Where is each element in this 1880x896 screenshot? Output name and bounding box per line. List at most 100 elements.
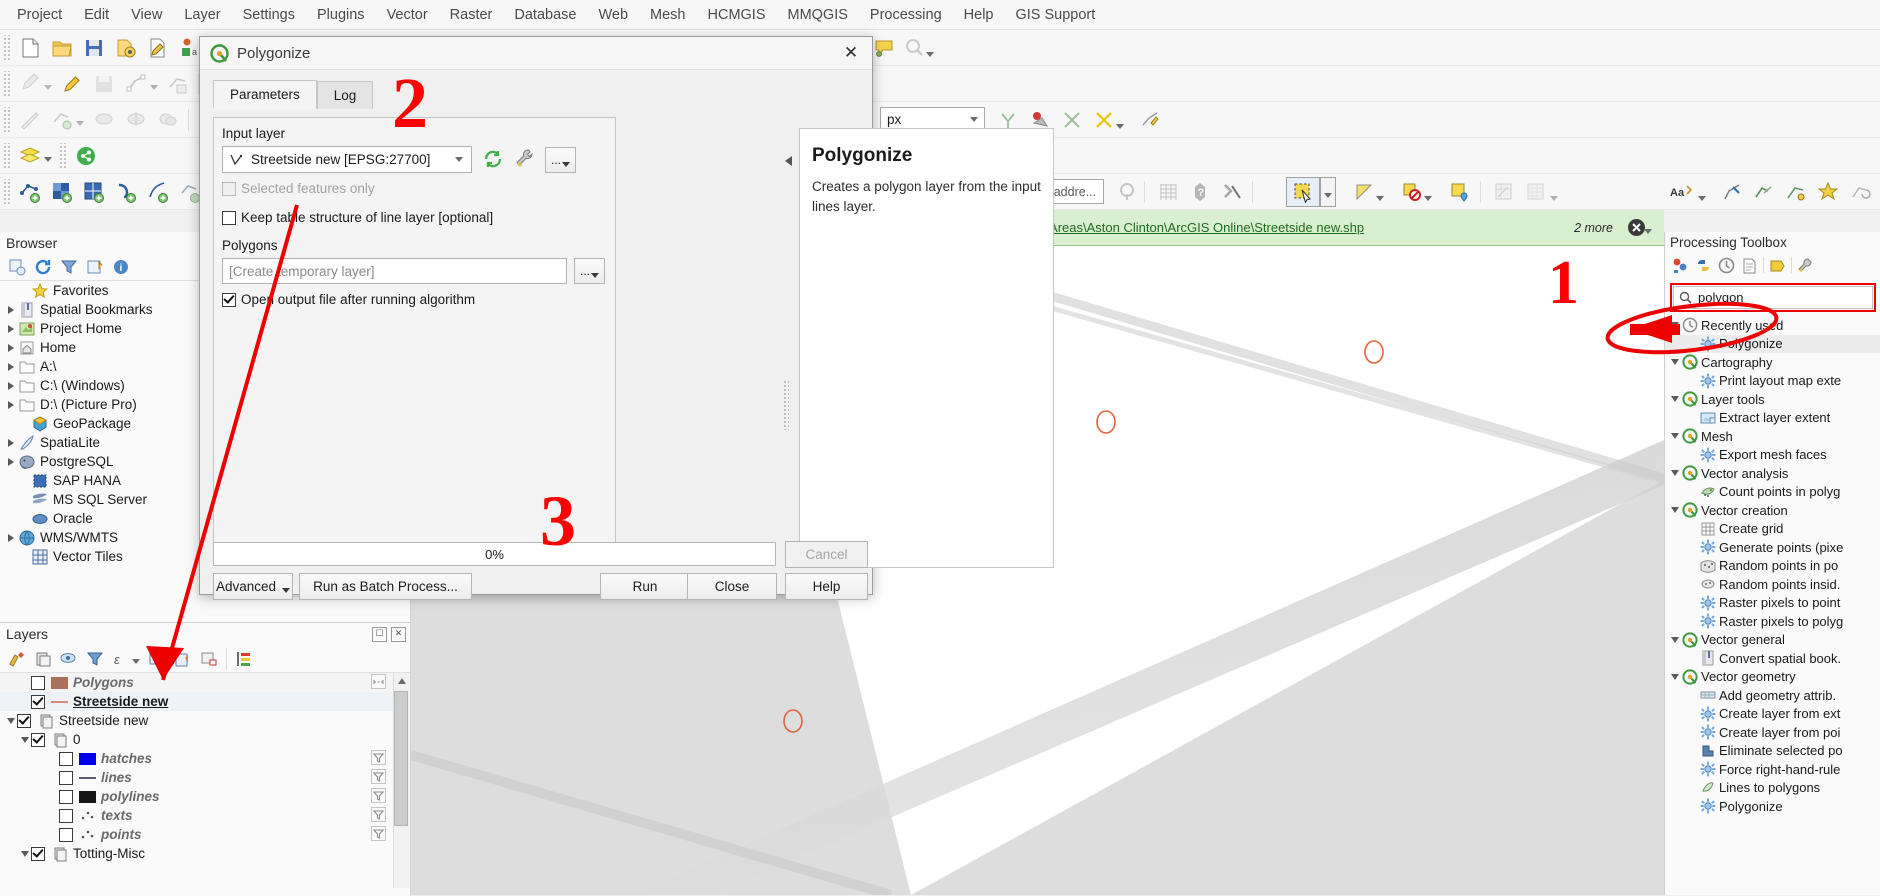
- menu-item-database[interactable]: Database: [503, 3, 587, 27]
- chevron-down-icon[interactable]: [1376, 196, 1384, 201]
- collapse-arrow-icon[interactable]: [1668, 396, 1681, 403]
- refresh-icon[interactable]: [30, 255, 56, 279]
- snap-self-icon[interactable]: [1088, 105, 1120, 135]
- processing-algorithm-row[interactable]: Lines to polygons: [1665, 779, 1880, 798]
- select-by-location-icon[interactable]: [1444, 177, 1476, 207]
- layer-tree-row[interactable]: 0: [0, 730, 410, 749]
- collapse-arrow-icon[interactable]: [1668, 433, 1681, 440]
- chevron-down-icon[interactable]: [1424, 196, 1432, 201]
- snap-intersection-icon[interactable]: [1056, 105, 1088, 135]
- layer-tree-row[interactable]: Polygons: [0, 673, 410, 692]
- add-part-icon[interactable]: [46, 105, 78, 135]
- processing-algorithm-row[interactable]: Export mesh faces: [1665, 446, 1880, 465]
- info-icon[interactable]: i: [108, 255, 134, 279]
- processing-algorithm-row[interactable]: Create layer from poi: [1665, 723, 1880, 742]
- toolbar-grip[interactable]: [3, 70, 11, 97]
- collapse-all-layers-icon[interactable]: [170, 647, 196, 671]
- layers-scrollbar[interactable]: [393, 673, 410, 888]
- menu-item-help[interactable]: Help: [953, 3, 1005, 27]
- undock-panel-icon[interactable]: ☐: [372, 627, 387, 642]
- highlight-pinned-icon[interactable]: [1812, 177, 1844, 207]
- toolbar-grip[interactable]: [3, 106, 11, 133]
- layer-visibility-checkbox[interactable]: [59, 751, 73, 766]
- processing-group-row[interactable]: Mesh: [1665, 427, 1880, 446]
- layer-tree-row[interactable]: lines: [0, 768, 410, 787]
- toolbar-grip[interactable]: [3, 178, 11, 205]
- run-button[interactable]: Run: [600, 573, 690, 600]
- chevron-down-icon[interactable]: [970, 117, 978, 122]
- collapse-arrow-icon[interactable]: [1668, 322, 1681, 329]
- processing-algorithm-row[interactable]: Extract layer extent: [1665, 409, 1880, 428]
- keep-table-structure-checkbox[interactable]: [222, 210, 236, 225]
- menu-item-processing[interactable]: Processing: [859, 3, 953, 27]
- expand-all-icon[interactable]: [144, 647, 170, 671]
- input-layer-ellipsis-button[interactable]: ...: [545, 147, 576, 173]
- filter-legend-icon[interactable]: [82, 647, 108, 671]
- show-unplaced-labels-icon[interactable]: [898, 33, 930, 63]
- close-icon[interactable]: ✕: [830, 38, 872, 69]
- new-shapefile-layer-icon[interactable]: [14, 177, 46, 207]
- new-geopackage-layer-icon[interactable]: [46, 177, 78, 207]
- layer-visibility-checkbox[interactable]: [31, 694, 45, 709]
- menu-item-edit[interactable]: Edit: [73, 3, 120, 27]
- menu-item-settings[interactable]: Settings: [232, 3, 306, 27]
- processing-group-row[interactable]: Vector general: [1665, 631, 1880, 650]
- filter-browser-icon[interactable]: [56, 255, 82, 279]
- current-edits-icon[interactable]: [14, 69, 46, 99]
- processing-algorithm-row[interactable]: Add geometry attrib.: [1665, 686, 1880, 705]
- expand-arrow-icon[interactable]: [4, 438, 17, 447]
- processing-algorithm-row[interactable]: Eliminate selected po: [1665, 742, 1880, 761]
- toolbar-grip[interactable]: [59, 142, 67, 169]
- advanced-options-wrench-icon[interactable]: [514, 148, 538, 173]
- merge-features-icon[interactable]: [152, 105, 184, 135]
- open-attribute-table-icon[interactable]: [1488, 177, 1520, 207]
- processing-algorithm-row[interactable]: Polygonize: [1665, 797, 1880, 816]
- layer-filter-icon[interactable]: [371, 825, 386, 844]
- processing-algorithm-row[interactable]: Create grid: [1665, 520, 1880, 539]
- new-virtual-layer-icon[interactable]: [110, 177, 142, 207]
- collapse-arrow-icon[interactable]: [1668, 636, 1681, 643]
- layer-visibility-checkbox[interactable]: [59, 770, 73, 785]
- edit-legend-icon[interactable]: [231, 647, 257, 671]
- layer-tree-row[interactable]: texts: [0, 806, 410, 825]
- layer-tree-row[interactable]: points: [0, 825, 410, 844]
- run-as-batch-button[interactable]: Run as Batch Process...: [299, 573, 472, 600]
- close-panel-icon[interactable]: ✕: [391, 627, 406, 642]
- layer-visibility-checkbox[interactable]: [31, 732, 45, 747]
- cancel-button[interactable]: Cancel: [785, 541, 868, 568]
- python-script-icon[interactable]: [1692, 253, 1715, 277]
- chevron-down-icon[interactable]: [1698, 196, 1706, 201]
- expand-arrow-icon[interactable]: [4, 533, 17, 542]
- menu-item-mmqgis[interactable]: MMQGIS: [777, 3, 859, 27]
- geocode-search-icon[interactable]: [1112, 177, 1144, 207]
- pane-splitter-handle[interactable]: [783, 380, 789, 430]
- expand-arrow-icon[interactable]: [4, 324, 17, 333]
- collapse-arrow-icon[interactable]: [1668, 359, 1681, 366]
- processing-algorithm-row[interactable]: Raster pixels to point: [1665, 594, 1880, 613]
- select-features-button[interactable]: [1286, 177, 1320, 207]
- scrollbar-thumb[interactable]: [394, 691, 408, 826]
- chevron-down-icon[interactable]: [76, 121, 84, 126]
- layer-tree-row[interactable]: Totting-Misc: [0, 844, 410, 863]
- polygons-ellipsis-button[interactable]: ...: [574, 258, 605, 284]
- raster-calculator-icon[interactable]: [1152, 177, 1184, 207]
- keep-table-structure-checkbox-row[interactable]: Keep table structure of line layer [opti…: [222, 210, 493, 225]
- tab-parameters[interactable]: Parameters: [213, 80, 317, 109]
- expand-arrow-icon[interactable]: [4, 457, 17, 466]
- processing-algorithm-row[interactable]: Polygonize: [1665, 334, 1880, 353]
- menu-item-plugins[interactable]: Plugins: [306, 3, 376, 27]
- new-print-layout-icon[interactable]: [142, 33, 174, 63]
- reshape-features-icon[interactable]: [88, 105, 120, 135]
- expand-arrow-icon[interactable]: [4, 305, 17, 314]
- expand-arrow-icon[interactable]: [4, 400, 17, 409]
- layer-filter-icon[interactable]: [371, 749, 386, 768]
- new-spatialite-layer-icon[interactable]: [78, 177, 110, 207]
- polygons-output-input[interactable]: [Create temporary layer]: [222, 258, 567, 284]
- add-group-icon[interactable]: [30, 647, 56, 671]
- rotate-label-icon[interactable]: [1844, 177, 1876, 207]
- processing-group-row[interactable]: Vector analysis: [1665, 464, 1880, 483]
- layer-filter-icon[interactable]: [371, 787, 386, 806]
- layer-tree-row[interactable]: Streetside new: [0, 692, 410, 711]
- processing-algorithm-row[interactable]: Count points in polyg: [1665, 483, 1880, 502]
- results-viewer-icon[interactable]: [1738, 253, 1761, 277]
